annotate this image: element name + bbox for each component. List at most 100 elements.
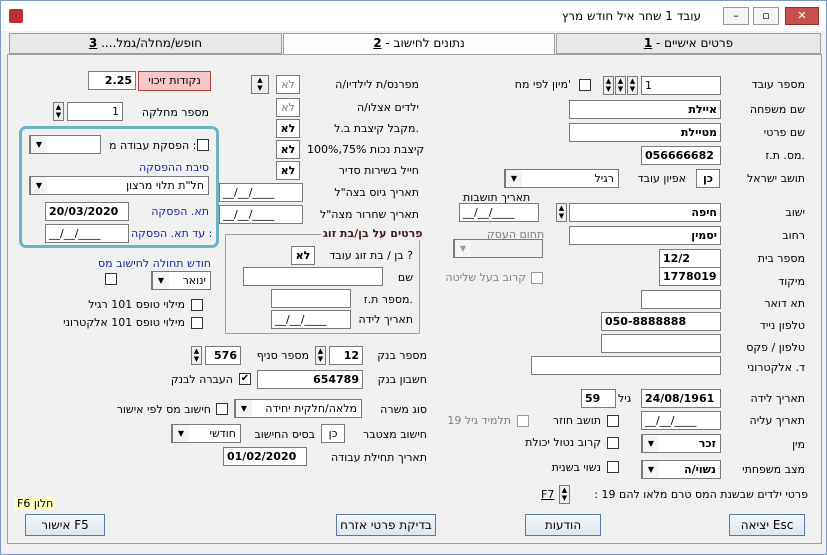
- work-stop-checkbox[interactable]: [197, 139, 209, 151]
- tab-calc-data[interactable]: נתונים לחישוב - 2: [283, 33, 555, 55]
- children-spinner[interactable]: ▲ ▼: [559, 485, 570, 504]
- tab-label: נתונים לחישוב -: [381, 36, 465, 50]
- department-field[interactable]: 1: [67, 102, 123, 121]
- chevron-down-icon[interactable]: ▼: [505, 170, 522, 187]
- mobile-field[interactable]: 050-8888888: [601, 312, 721, 331]
- restore-button[interactable]: ▫: [753, 7, 779, 25]
- spouse-works-label: בן / בת זוג עובד ?: [329, 249, 413, 262]
- tab-number: 1: [643, 36, 653, 50]
- city-spinner[interactable]: ▲ ▼: [556, 203, 567, 222]
- army-end-field[interactable]: __/__/____: [219, 205, 303, 224]
- branch-spinner[interactable]: ▲ ▼: [191, 346, 202, 365]
- stop-reason-select[interactable]: ▼ חל"ת תלוי מרצון: [29, 176, 209, 195]
- approve-button[interactable]: אישור F5: [25, 514, 105, 536]
- email-field[interactable]: [531, 356, 721, 375]
- chevron-down-icon[interactable]: ▼: [30, 136, 47, 153]
- disability-label: קיצבת נכות 75%,100%: [307, 143, 425, 156]
- gender-select[interactable]: ▼ זכר: [641, 434, 721, 453]
- department-spinner[interactable]: ▲ ▼: [53, 102, 64, 121]
- first-name-field[interactable]: מטיילת: [569, 123, 721, 142]
- resident-field[interactable]: כן: [696, 169, 720, 188]
- disability-field[interactable]: לא: [276, 140, 300, 159]
- until-stop-field[interactable]: __/__/____: [45, 224, 129, 243]
- chevron-down-icon[interactable]: ▼: [642, 461, 659, 478]
- job-type-label: סוג משרה: [380, 403, 427, 416]
- cumulative-field[interactable]: כן: [321, 424, 345, 443]
- basis-select[interactable]: ▼ חודשי: [171, 424, 241, 443]
- soldier-field[interactable]: לא: [276, 161, 300, 180]
- employee-number-field[interactable]: 1: [641, 76, 721, 95]
- house-field[interactable]: 12/2: [659, 249, 721, 268]
- business-select[interactable]: ▼: [453, 239, 543, 258]
- employee-number-spinner[interactable]: ▲ ▼: [627, 76, 638, 95]
- army-start-field[interactable]: __/__/____: [219, 183, 303, 202]
- work-stop-select[interactable]: ▼: [29, 135, 101, 154]
- job-type-select[interactable]: ▼ מלאה/חלקית יחידה: [234, 399, 362, 418]
- age-label: גיל: [618, 392, 632, 405]
- student-checkbox[interactable]: [517, 415, 529, 427]
- street-field[interactable]: יסמין: [569, 226, 721, 245]
- chevron-down-icon[interactable]: ▼: [235, 400, 252, 417]
- spouse-group-title: פרטים על בן/בת זוג: [321, 227, 425, 240]
- city-label: ישוב: [785, 206, 805, 219]
- controlling-checkbox[interactable]: [531, 272, 543, 284]
- citizen-check-button[interactable]: בדיקת פרטי אזרח: [336, 514, 436, 536]
- tab-details[interactable]: פרטים אישיים - 1: [556, 33, 821, 54]
- employee-prev-spinner[interactable]: ▲ ▼: [603, 76, 614, 95]
- tax-month-select[interactable]: ▼ ינואר: [151, 271, 211, 290]
- bank-field[interactable]: 12: [329, 346, 363, 365]
- children-key[interactable]: F7: [541, 488, 554, 501]
- branch-field[interactable]: 576: [205, 346, 241, 365]
- form101-checkbox[interactable]: [191, 299, 203, 311]
- po-box-field[interactable]: [641, 290, 721, 309]
- form101e-checkbox[interactable]: [191, 317, 203, 329]
- disabled-relative-checkbox[interactable]: [607, 437, 619, 449]
- married-again-checkbox[interactable]: [607, 461, 619, 473]
- account-field[interactable]: 654789: [257, 370, 363, 389]
- children-with-field[interactable]: לא: [276, 98, 300, 117]
- mobile-label: טלפון נייד: [759, 319, 805, 332]
- messages-button[interactable]: הודעות: [525, 514, 601, 536]
- settlement-date-field[interactable]: __/__/____: [459, 203, 539, 222]
- spouse-birth-field[interactable]: __/__/____: [271, 310, 351, 329]
- chevron-down-icon[interactable]: ▼: [152, 272, 169, 289]
- character-label: אפיון עובד: [637, 172, 686, 185]
- credit-points-field: 2.25: [88, 71, 136, 90]
- birth-date-field[interactable]: 24/08/1961: [641, 389, 721, 408]
- phone-field[interactable]: [601, 334, 721, 353]
- exit-button[interactable]: יציאה Esc: [729, 514, 805, 536]
- id-field[interactable]: 056666682: [641, 146, 721, 165]
- f6-window-label[interactable]: F6 חלון: [15, 497, 56, 510]
- allowance-field[interactable]: לא: [276, 119, 300, 138]
- children-provider-field[interactable]: לא: [276, 75, 300, 94]
- transfer-checkbox[interactable]: ✔: [239, 373, 251, 385]
- branch-label: מספר סניף: [256, 349, 309, 362]
- chevron-down-icon[interactable]: ▼: [30, 177, 47, 194]
- character-select[interactable]: ▼ רגיל: [504, 169, 619, 188]
- close-button[interactable]: ✕: [785, 7, 819, 25]
- tab-vacation[interactable]: חופש/מחלה/גמל.... 3: [9, 33, 282, 54]
- marital-select[interactable]: ▼ נשוי/ה: [641, 460, 721, 479]
- returning-resident-checkbox[interactable]: [607, 415, 619, 427]
- aliya-date-field[interactable]: __/__/____: [641, 411, 721, 430]
- tax-approval-checkbox[interactable]: [216, 403, 228, 415]
- minimize-button[interactable]: –: [723, 7, 749, 25]
- chevron-down-icon[interactable]: ▼: [172, 425, 189, 442]
- children-provider-spinner[interactable]: ▲ ▼: [251, 75, 269, 94]
- chevron-down-icon[interactable]: ▼: [642, 435, 659, 452]
- spouse-id-field[interactable]: [271, 289, 351, 308]
- employee-nav-spinner[interactable]: ▲ ▼: [615, 76, 626, 95]
- start-date-field[interactable]: 01/02/2020: [223, 447, 307, 466]
- student-label: תלמיד גיל 19: [447, 414, 511, 427]
- spouse-works-field[interactable]: לא: [291, 246, 315, 265]
- city-field[interactable]: חיפה: [569, 203, 721, 222]
- form101e-label: מילוי טופס 101 אלקטרוני: [63, 316, 185, 329]
- sort-by-dept-checkbox[interactable]: [579, 79, 591, 91]
- last-name-field[interactable]: איילת: [569, 100, 721, 119]
- chevron-down-icon[interactable]: ▼: [454, 240, 471, 257]
- spouse-name-field[interactable]: [243, 267, 383, 286]
- tax-month-checkbox[interactable]: [105, 273, 117, 285]
- bank-spinner[interactable]: ▲ ▼: [315, 346, 326, 365]
- stop-date-field[interactable]: 20/03/2020: [45, 202, 129, 221]
- zip-field[interactable]: 1778019: [659, 267, 721, 286]
